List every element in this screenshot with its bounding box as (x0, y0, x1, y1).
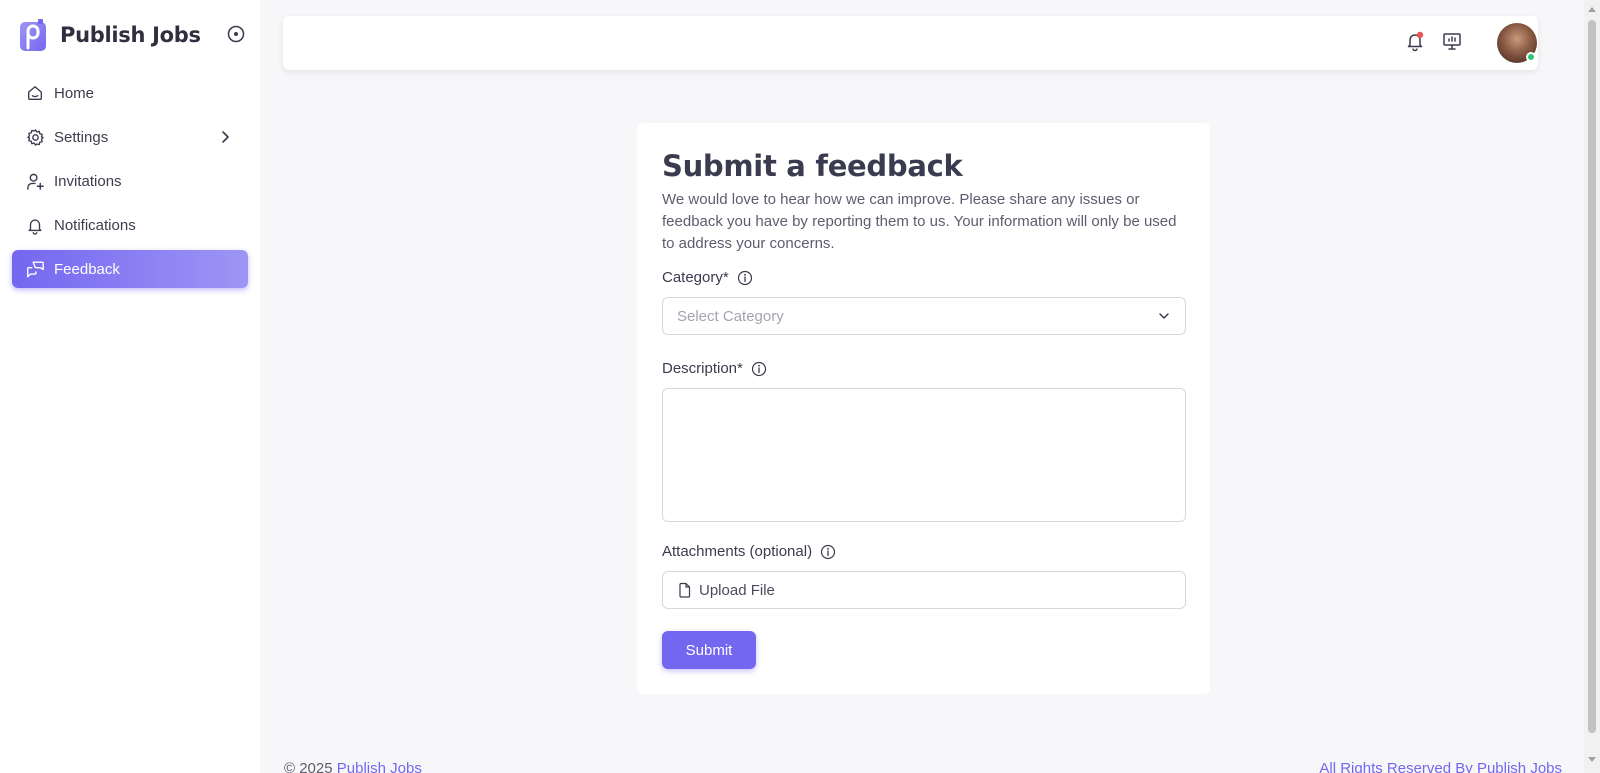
info-icon[interactable] (737, 270, 753, 286)
sidebar-item-invitations[interactable]: Invitations (12, 162, 248, 200)
submit-button[interactable]: Submit (662, 631, 756, 669)
sidebar: Publish Jobs Home Settings Invitations N… (0, 0, 260, 773)
form-description: We would love to hear how we can improve… (662, 191, 1177, 252)
gear-icon (25, 127, 45, 147)
brand[interactable]: Publish Jobs (19, 18, 201, 52)
chevron-down-icon (1157, 309, 1171, 323)
page-title: Submit a feedback (662, 149, 963, 183)
footer-copyright: © 2025 Publish Jobs (284, 760, 422, 773)
circle-dot-icon (227, 25, 245, 48)
footer-rights: All Rights Reserved By Publish Jobs (1319, 760, 1562, 773)
brand-name: Publish Jobs (60, 23, 201, 47)
upload-file-button[interactable]: Upload File (662, 571, 1186, 609)
sidebar-item-home[interactable]: Home (12, 74, 248, 112)
messages-icon (25, 259, 45, 279)
info-icon[interactable] (751, 361, 767, 377)
sidebar-item-label: Invitations (54, 172, 122, 190)
sidebar-item-settings[interactable]: Settings (12, 118, 248, 156)
sidebar-item-notifications[interactable]: Notifications (12, 206, 248, 244)
online-status-dot (1526, 52, 1536, 62)
description-label-row: Description* (662, 360, 767, 377)
sidebar-item-label: Home (54, 84, 95, 102)
file-icon (678, 582, 692, 598)
bell-icon (25, 215, 45, 235)
scrollbar-thumb[interactable] (1588, 20, 1596, 733)
description-label: Description* (662, 360, 743, 377)
sidebar-nav: Home Settings Invitations Notifications (12, 74, 248, 294)
top-navbar (283, 16, 1538, 70)
collapse-sidebar-button[interactable] (226, 25, 246, 48)
scroll-up-arrow-icon[interactable] (1587, 4, 1597, 14)
notifications-button[interactable] (1402, 30, 1428, 56)
attachments-label: Attachments (optional) (662, 543, 813, 560)
info-icon[interactable] (820, 544, 836, 560)
feedback-card: Submit a feedback We would love to hear … (637, 123, 1210, 694)
presentation-icon (1441, 30, 1463, 57)
sidebar-item-feedback[interactable]: Feedback (12, 250, 248, 288)
attachments-label-row: Attachments (optional) (662, 543, 836, 560)
category-placeholder: Select Category (677, 307, 784, 325)
publish-jobs-logo-icon (19, 18, 49, 52)
description-textarea[interactable] (662, 388, 1186, 522)
avatar[interactable] (1497, 23, 1537, 63)
chevron-right-icon (216, 128, 234, 146)
presentation-button[interactable] (1439, 30, 1465, 56)
bell-icon (1404, 30, 1426, 57)
sidebar-item-label: Notifications (54, 216, 136, 234)
copyright-text: © 2025 (284, 760, 337, 773)
category-label: Category* (662, 269, 729, 286)
category-label-row: Category* (662, 269, 753, 286)
sidebar-item-label: Settings (54, 128, 109, 146)
user-plus-icon (25, 171, 45, 191)
footer-brand-link[interactable]: Publish Jobs (337, 760, 422, 773)
page-scrollbar[interactable] (1584, 0, 1600, 773)
sidebar-item-label: Feedback (54, 260, 120, 278)
scroll-down-arrow-icon[interactable] (1587, 755, 1597, 765)
home-icon (25, 83, 45, 103)
upload-file-label: Upload File (699, 581, 775, 599)
category-select[interactable]: Select Category (662, 297, 1186, 335)
